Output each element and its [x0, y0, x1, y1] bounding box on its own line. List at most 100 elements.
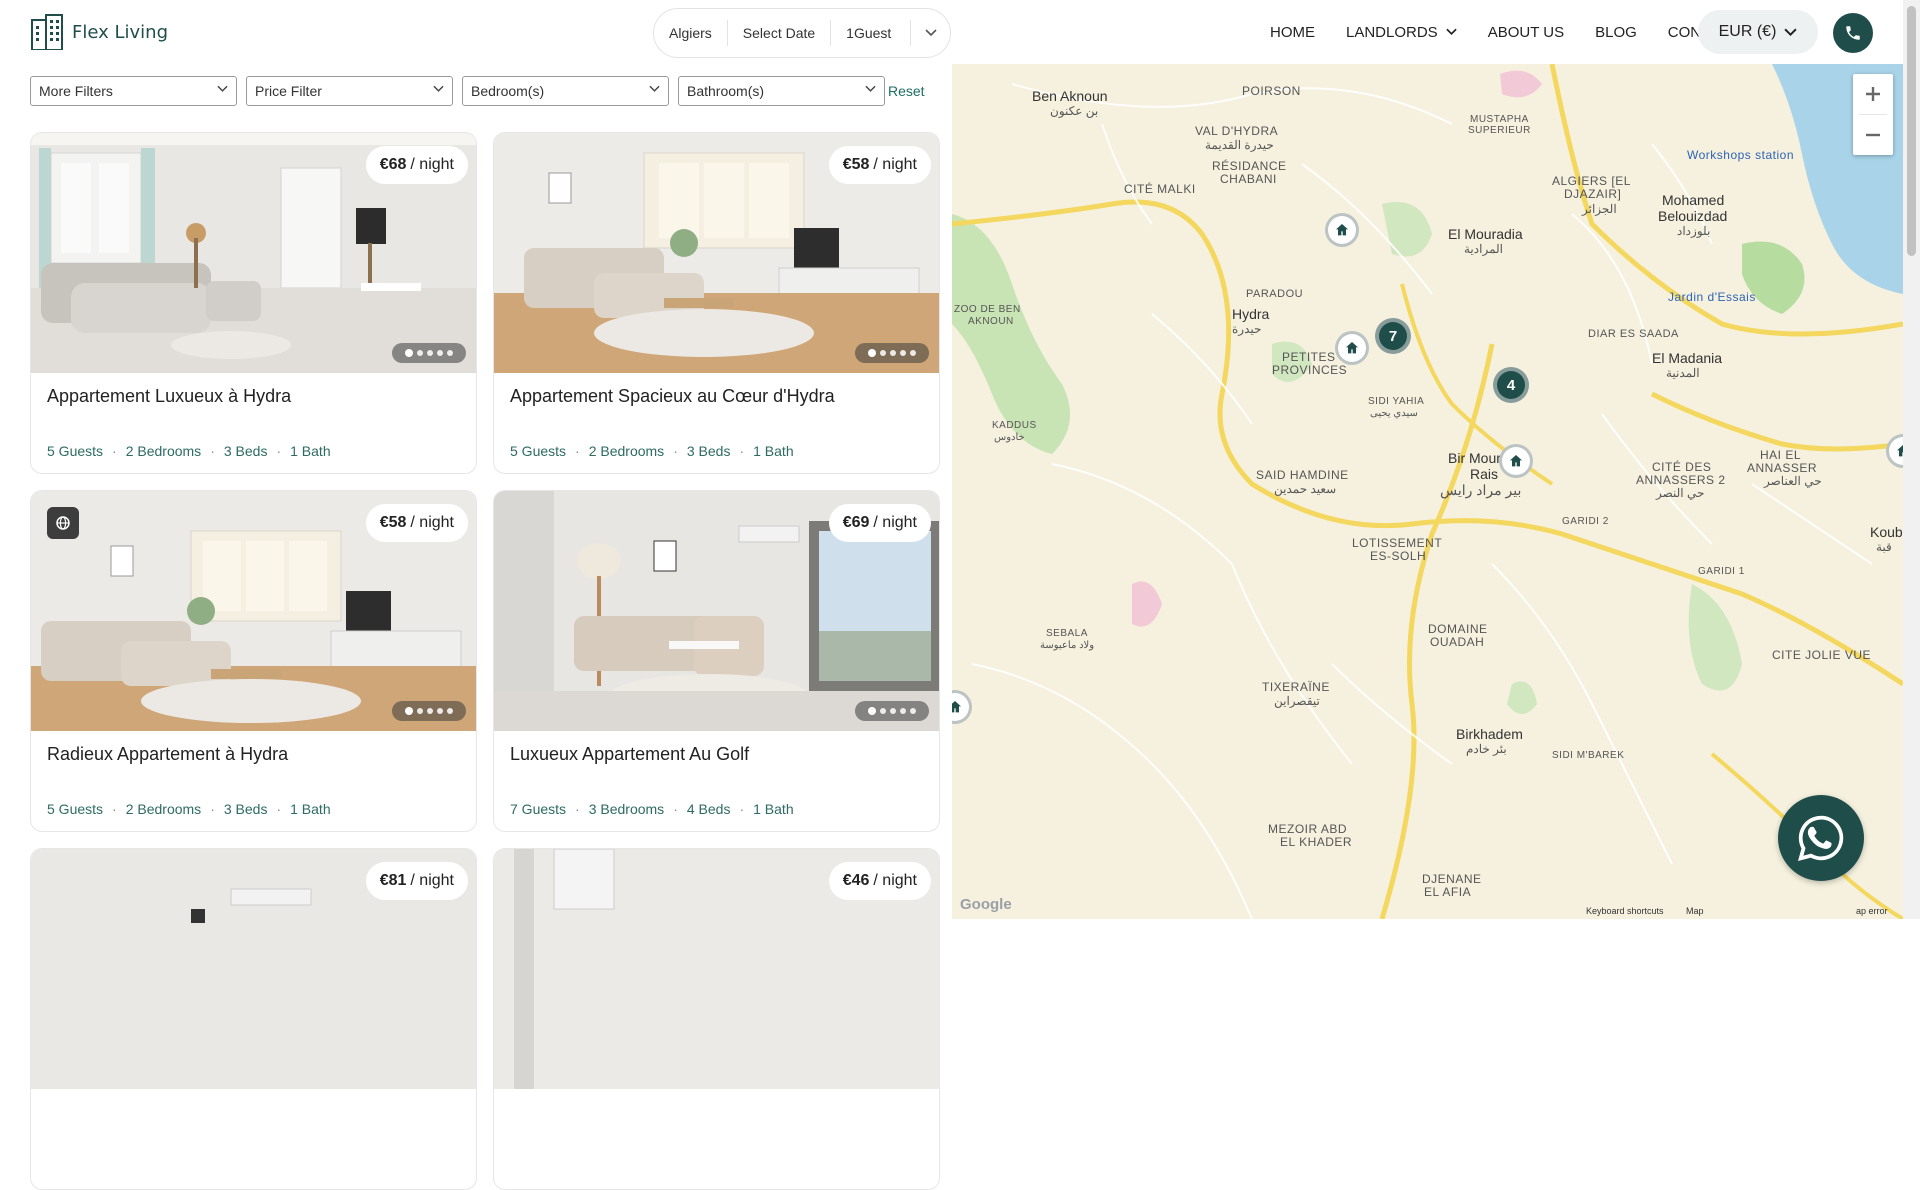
reset-filters-link[interactable]: Reset	[888, 83, 925, 99]
map-label: ES-SOLH	[1370, 549, 1427, 563]
filter-bar: More Filters Price Filter Bedroom(s) Bat…	[30, 76, 925, 106]
phone-button[interactable]	[1833, 13, 1873, 53]
map-label: Rais	[1470, 466, 1499, 482]
baths-count: 1 Bath	[290, 443, 331, 459]
more-filters-select[interactable]: More Filters	[30, 76, 237, 106]
nav-home[interactable]: HOME	[1270, 24, 1315, 41]
whatsapp-button[interactable]	[1778, 795, 1864, 881]
location-field[interactable]: Algiers	[654, 20, 728, 46]
zoom-out-button[interactable]	[1853, 115, 1893, 155]
bedrooms-select[interactable]: Bedroom(s)	[462, 76, 669, 106]
map-label: El Madania	[1652, 350, 1723, 366]
bathrooms-select[interactable]: Bathroom(s)	[678, 76, 885, 106]
map-label: SEBALA	[1046, 628, 1088, 639]
map-label: حيدرة القديمة	[1205, 138, 1274, 152]
listing-photo[interactable]: €46/ night	[494, 849, 939, 1089]
plus-icon	[1866, 87, 1880, 101]
map-label: EL AFIA	[1424, 885, 1472, 899]
map-pin-house-icon[interactable]	[1499, 444, 1533, 478]
map-pin-house-icon[interactable]	[1325, 213, 1359, 247]
photo-carousel-dots[interactable]	[855, 701, 929, 721]
map-label: سيدي يحيى	[1370, 408, 1418, 419]
price-unit: / night	[873, 872, 917, 889]
nav-about[interactable]: ABOUT US	[1488, 24, 1564, 41]
listing-meta: 5 Guests · 2 Bedrooms · 3 Beds · 1 Bath	[47, 801, 331, 817]
keyboard-shortcuts-link[interactable]: Keyboard shortcuts	[1586, 906, 1664, 916]
listing-card[interactable]: €68/ night Appartement Luxueux à Hydra 5…	[30, 132, 477, 474]
currency-selector[interactable]: EUR (€)	[1698, 10, 1818, 54]
price-amount: €58	[379, 514, 407, 531]
price-unit: / night	[873, 514, 917, 531]
map-label: GARIDI 2	[1562, 516, 1609, 527]
photo-carousel-dots[interactable]	[392, 701, 466, 721]
listing-map[interactable]: Ben Aknoun بن عكنون POIRSON VAL D'HYDRA …	[952, 64, 1903, 919]
currency-label: EUR (€)	[1718, 23, 1777, 40]
chevron-down-icon	[433, 85, 444, 92]
map-pin-house-icon[interactable]	[1335, 331, 1369, 365]
nav-blog[interactable]: BLOG	[1595, 24, 1637, 41]
building-logo-icon	[30, 14, 64, 51]
map-label: SAID HAMDINE	[1256, 468, 1349, 482]
map-label: حي العناصر	[1764, 474, 1822, 488]
bathrooms-label: Bathroom(s)	[687, 83, 765, 99]
report-error-link[interactable]: ap error	[1856, 906, 1888, 916]
virtual-tour-badge[interactable]	[47, 507, 79, 539]
price-unit: / night	[410, 872, 454, 889]
listing-photo[interactable]: €81/ night	[31, 849, 476, 1089]
price-tag: €68/ night	[365, 146, 468, 184]
nav-landlords[interactable]: LANDLORDS	[1346, 24, 1457, 41]
map-label: Hydra	[1232, 306, 1270, 322]
chevron-down-icon	[924, 29, 937, 37]
map-label: PARADOU	[1246, 288, 1304, 300]
listing-card[interactable]: €81/ night	[30, 848, 477, 1190]
date-field[interactable]: Select Date	[728, 20, 832, 46]
map-label: ولاد ماعيوسة	[1040, 640, 1095, 651]
listing-title[interactable]: Luxueux Appartement Au Golf	[510, 744, 749, 765]
photo-carousel-dots[interactable]	[855, 343, 929, 363]
main-nav: HOME LANDLORDS ABOUT US BLOG CONTACT	[1270, 14, 1770, 50]
bedrooms-label: Bedroom(s)	[471, 83, 545, 99]
listing-title[interactable]: Radieux Appartement à Hydra	[47, 744, 288, 765]
chevron-down-icon	[1446, 28, 1457, 36]
whatsapp-icon	[1798, 815, 1844, 861]
map-label: LOTISSEMENT	[1352, 536, 1443, 550]
map-label: PETITES	[1282, 350, 1336, 364]
listing-title[interactable]: Appartement Spacieux au Cœur d'Hydra	[510, 386, 835, 407]
listing-card[interactable]: €58/ night Radieux Appartement à Hydra 5…	[30, 490, 477, 832]
chevron-down-icon	[865, 85, 876, 92]
listing-meta: 5 Guests · 2 Bedrooms · 3 Beds · 1 Bath	[510, 443, 794, 459]
search-bar[interactable]: Algiers Select Date 1Guest	[653, 8, 951, 58]
price-filter-select[interactable]: Price Filter	[246, 76, 453, 106]
map-label: Ben Aknoun	[1032, 88, 1108, 104]
listing-photo[interactable]: €58/ night	[494, 133, 939, 373]
map-cluster[interactable]: 4	[1493, 367, 1529, 403]
listing-photo[interactable]: €68/ night	[31, 133, 476, 373]
map-label: RÉSIDANCE	[1212, 159, 1287, 173]
brand-logo[interactable]: Flex Living	[30, 14, 168, 51]
map-label: KADDUS	[992, 420, 1037, 431]
map-label: CHABANI	[1220, 172, 1277, 186]
listing-card[interactable]: €69/ night Luxueux Appartement Au Golf 7…	[493, 490, 940, 832]
listing-title[interactable]: Appartement Luxueux à Hydra	[47, 386, 291, 407]
beds-count: 3 Beds	[686, 443, 731, 459]
listing-photo[interactable]: €58/ night	[31, 491, 476, 731]
map-zoom-control	[1853, 74, 1893, 155]
page-scrollbar[interactable]	[1903, 0, 1920, 919]
listing-card[interactable]: €46/ night	[493, 848, 940, 1190]
map-label: SUPERIEUR	[1468, 125, 1531, 136]
guests-field[interactable]: 1Guest	[831, 20, 906, 46]
more-filters-label: More Filters	[39, 83, 113, 99]
map-data-link[interactable]: Map	[1686, 906, 1704, 916]
map-label: DIAR ES SAADA	[1588, 328, 1679, 340]
map-label: Mohamed	[1662, 192, 1725, 208]
map-cluster[interactable]: 7	[1375, 318, 1411, 354]
listing-card[interactable]: €58/ night Appartement Spacieux au Cœur …	[493, 132, 940, 474]
bedrooms-count: 2 Bedrooms	[125, 443, 202, 459]
map-label: بن عكنون	[1050, 104, 1099, 118]
search-expand-button[interactable]	[910, 20, 950, 46]
listing-photo[interactable]: €69/ night	[494, 491, 939, 731]
price-filter-label: Price Filter	[255, 83, 322, 99]
scrollbar-thumb[interactable]	[1907, 6, 1916, 256]
photo-carousel-dots[interactable]	[392, 343, 466, 363]
zoom-in-button[interactable]	[1853, 74, 1893, 114]
